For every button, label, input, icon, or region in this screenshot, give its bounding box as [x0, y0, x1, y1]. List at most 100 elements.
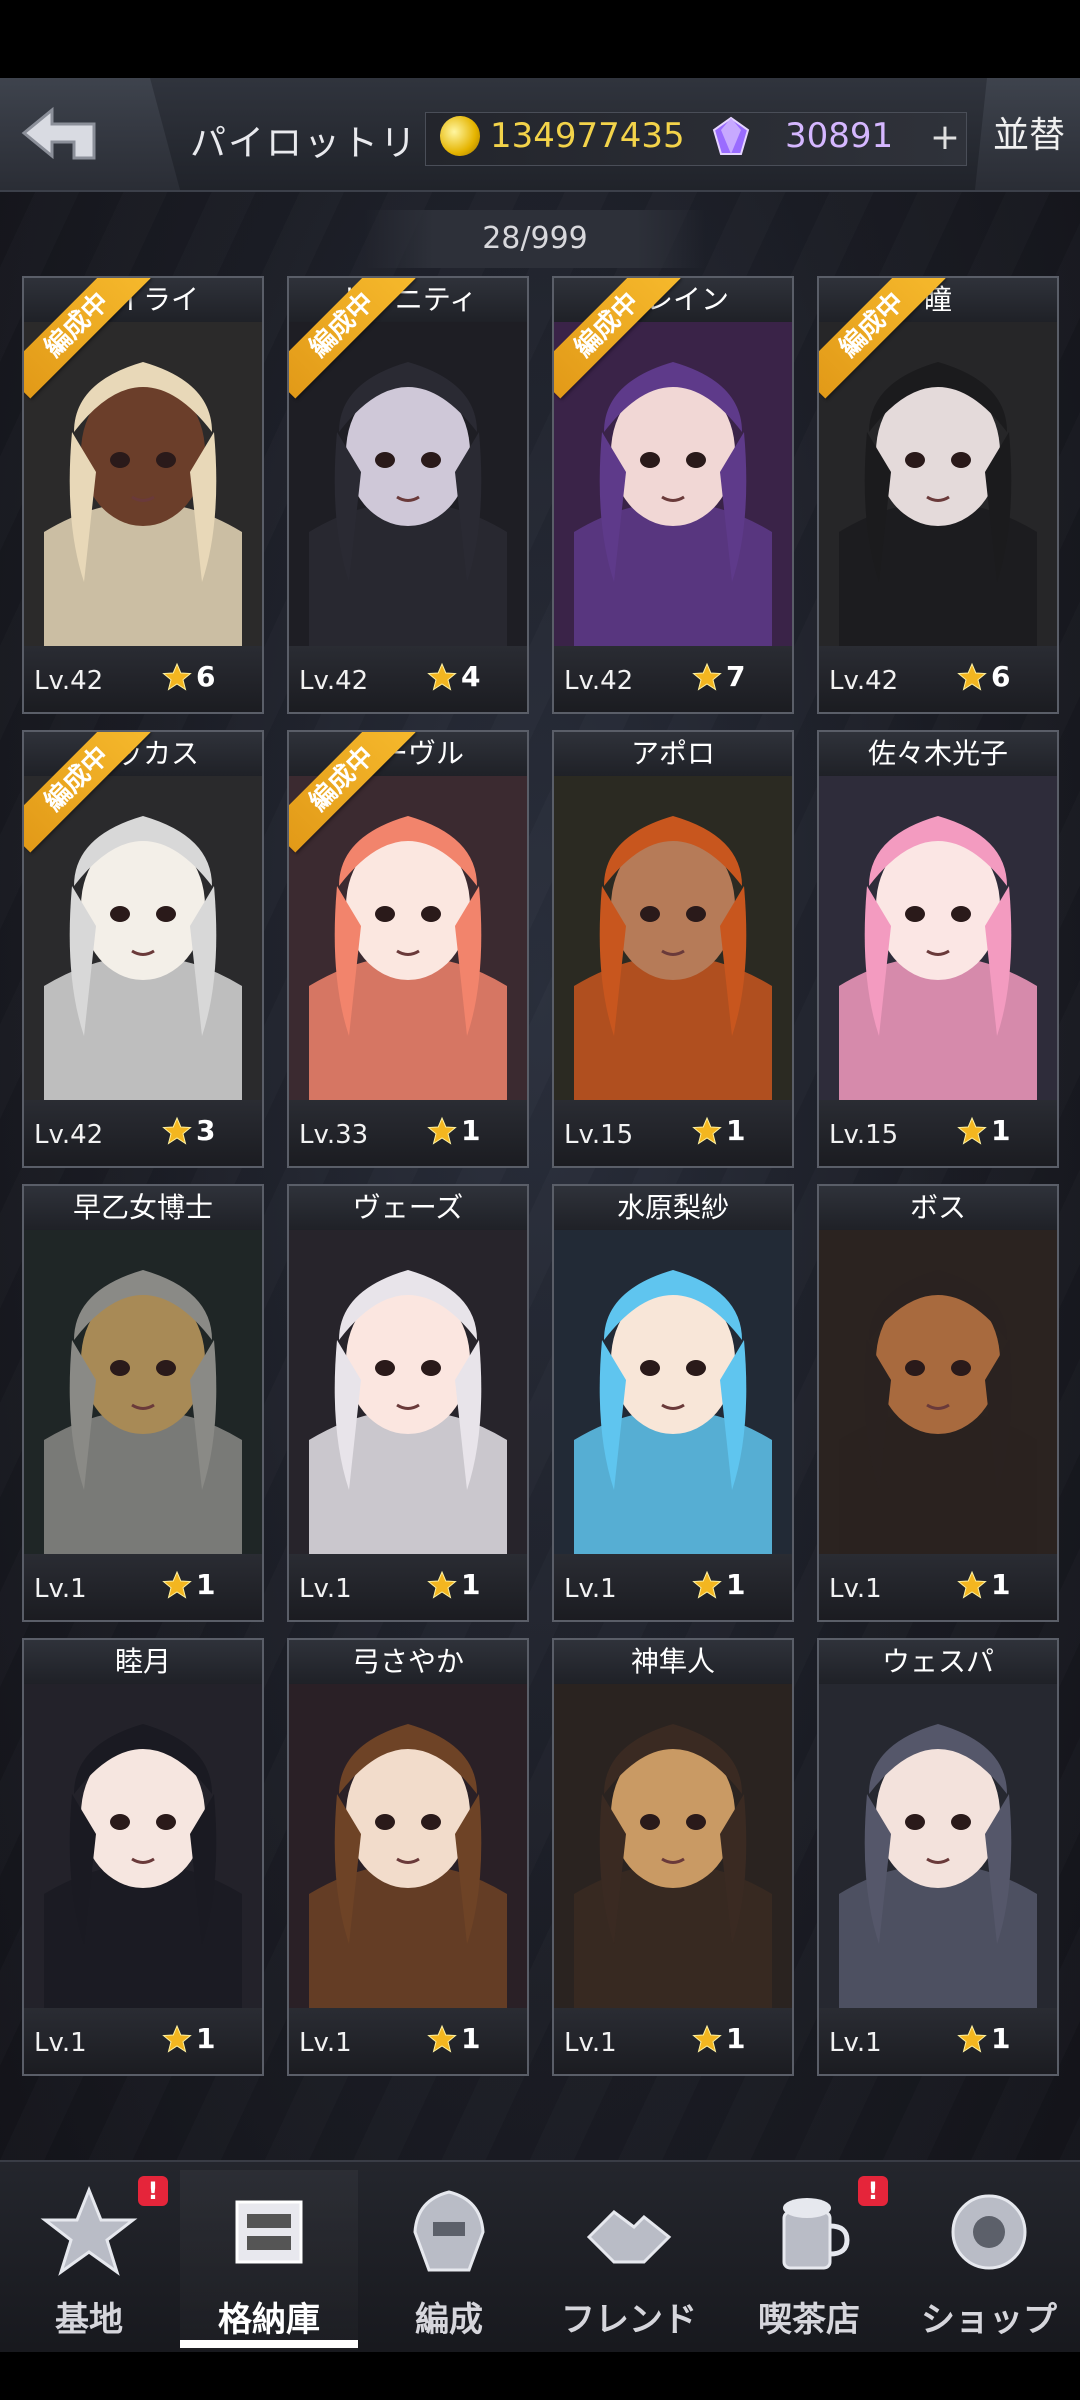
pilot-info-bar: Lv.1 1: [554, 1554, 792, 1620]
nav-label: ショップ: [921, 2300, 1057, 2340]
pilot-portrait: [24, 1684, 262, 2008]
portrait-illustration: [554, 1684, 792, 2008]
pilot-card[interactable]: エーヴル Lv.33 1 編成中: [287, 730, 529, 1168]
star-count: 1: [726, 1114, 746, 1147]
pilot-level: Lv.1: [34, 2028, 87, 2058]
pilot-card[interactable]: ウェスパ Lv.1 1: [817, 1638, 1059, 2076]
nav-tab-formation[interactable]: 編成: [360, 2170, 538, 2350]
pilot-card[interactable]: ボス Lv.1 1: [817, 1184, 1059, 1622]
pilot-portrait: [819, 1684, 1057, 2008]
pilot-level: Lv.1: [829, 1574, 882, 1604]
pilot-card[interactable]: 水原梨紗 Lv.1 1: [552, 1184, 794, 1622]
star-icon: [427, 662, 457, 691]
pilot-name: 佐々木光子: [819, 732, 1057, 776]
active-tab-indicator: [180, 2340, 358, 2348]
back-button[interactable]: [0, 78, 180, 190]
pilot-portrait: [819, 1230, 1057, 1554]
nav-label: 喫茶店: [758, 2300, 860, 2340]
star-icon: [692, 1116, 722, 1145]
pilot-info-bar: Lv.33 1: [289, 1100, 527, 1166]
pilot-level: Lv.1: [564, 2028, 617, 2058]
pilot-level: Lv.15: [564, 1120, 634, 1150]
pilot-level: Lv.42: [299, 666, 369, 696]
pilot-portrait: [289, 1230, 527, 1554]
add-gems-button[interactable]: +: [925, 112, 965, 164]
star-count: 1: [991, 2022, 1011, 2055]
portrait-illustration: [24, 1684, 262, 2008]
star-count: 7: [726, 660, 746, 693]
pilot-portrait: [289, 776, 527, 1100]
star-count: 1: [726, 2022, 746, 2055]
star-count: 1: [726, 1568, 746, 1601]
pilot-name: ボス: [819, 1186, 1057, 1230]
pilot-card[interactable]: 神隼人 Lv.1 1: [552, 1638, 794, 2076]
pilot-card[interactable]: バッカス Lv.42 3 編成中: [22, 730, 264, 1168]
pilot-card[interactable]: 瞳 Lv.42 6 編成中: [817, 276, 1059, 714]
sort-button[interactable]: 並替: [975, 78, 1080, 190]
pilot-portrait: [819, 776, 1057, 1100]
pilot-info-bar: Lv.42 6: [24, 646, 262, 712]
star-count: 1: [461, 2022, 481, 2055]
pilot-info-bar: Lv.42 6: [819, 646, 1057, 712]
pilot-info-bar: Lv.1 1: [819, 2008, 1057, 2074]
pilot-info-bar: Lv.42 7: [554, 646, 792, 712]
gold-amount: 134977435: [490, 116, 685, 156]
portrait-illustration: [819, 776, 1057, 1100]
pilot-info-bar: Lv.15 1: [819, 1100, 1057, 1166]
star-count: 6: [991, 660, 1011, 693]
pilot-card[interactable]: アポロ Lv.15 1: [552, 730, 794, 1168]
pilot-info-bar: Lv.42 3: [24, 1100, 262, 1166]
pilot-name: 睦月: [24, 1640, 262, 1684]
star-icon: [957, 1116, 987, 1145]
pilot-info-bar: Lv.1 1: [24, 2008, 262, 2074]
formation-icon: [413, 2190, 485, 2272]
pilot-level: Lv.15: [829, 1120, 899, 1150]
nav-tab-hangar[interactable]: 格納庫: [180, 2170, 358, 2350]
pilot-name: 早乙女博士: [24, 1186, 262, 1230]
nav-label: フレンド: [561, 2300, 697, 2340]
pilot-name: ヴェーズ: [289, 1186, 527, 1230]
portrait-illustration: [24, 1230, 262, 1554]
pilot-portrait: [24, 776, 262, 1100]
pilot-portrait: [289, 322, 527, 646]
star-count: 1: [991, 1568, 1011, 1601]
star-count: 6: [196, 660, 216, 693]
portrait-illustration: [289, 1684, 527, 2008]
pilot-card[interactable]: クレイン Lv.42 7 編成中: [552, 276, 794, 714]
pilot-level: Lv.42: [34, 1120, 104, 1150]
pilot-info-bar: Lv.1 1: [554, 2008, 792, 2074]
pilot-level: Lv.33: [299, 1120, 369, 1150]
pilot-card[interactable]: トリニティ Lv.42 4 編成中: [287, 276, 529, 714]
pilot-card[interactable]: 睦月 Lv.1 1: [22, 1638, 264, 2076]
cafe-icon: [782, 2198, 850, 2270]
portrait-illustration: [289, 1230, 527, 1554]
shop-icon: [951, 2194, 1027, 2270]
sort-label: 並替: [993, 115, 1066, 156]
pilot-card[interactable]: ライライ Lv.42 6 編成中: [22, 276, 264, 714]
pilot-card[interactable]: 佐々木光子 Lv.15 1: [817, 730, 1059, 1168]
pilot-count: 28/999: [365, 210, 705, 268]
star-count: 1: [461, 1114, 481, 1147]
star-icon: [692, 1570, 722, 1599]
nav-tab-cafe[interactable]: 喫茶店 !: [720, 2170, 898, 2350]
nav-tab-base[interactable]: 基地 !: [0, 2170, 178, 2350]
pilot-portrait: [554, 1230, 792, 1554]
nav-tab-friend[interactable]: フレンド: [540, 2170, 718, 2350]
portrait-illustration: [819, 1230, 1057, 1554]
star-count: 1: [196, 2022, 216, 2055]
pilot-card[interactable]: 早乙女博士 Lv.1 1: [22, 1184, 264, 1622]
star-icon: [427, 1116, 457, 1145]
pilot-portrait: [24, 322, 262, 646]
pilot-card[interactable]: 弓さやか Lv.1 1: [287, 1638, 529, 2076]
pilot-card[interactable]: ヴェーズ Lv.1 1: [287, 1184, 529, 1622]
nav-tab-shop[interactable]: ショップ: [900, 2170, 1078, 2350]
star-count: 1: [991, 1114, 1011, 1147]
friend-icon: [586, 2210, 672, 2264]
star-icon: [957, 662, 987, 691]
portrait-illustration: [554, 1230, 792, 1554]
alert-badge: !: [138, 2176, 168, 2206]
top-header: パイロットリスト 134977435 30891 +: [0, 78, 1080, 192]
pilot-name: 弓さやか: [289, 1640, 527, 1684]
star-icon: [692, 2024, 722, 2053]
star-count: 3: [196, 1114, 216, 1147]
